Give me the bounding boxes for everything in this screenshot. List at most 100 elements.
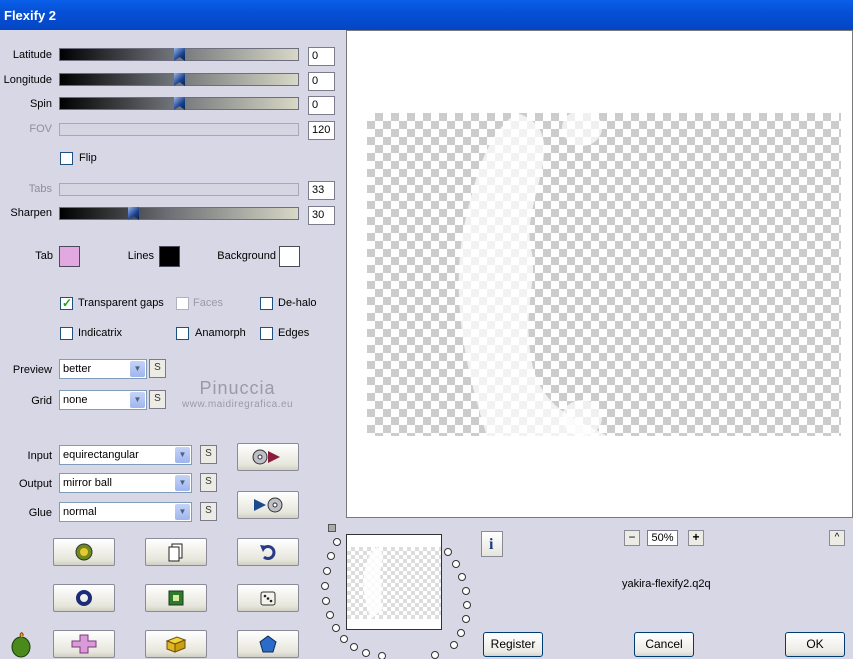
swap-output-button[interactable] xyxy=(237,491,299,519)
edges-checkbox[interactable] xyxy=(260,327,273,340)
zoom-level: 50% xyxy=(647,530,678,546)
transparent-gaps-checkbox[interactable]: ✓ xyxy=(60,296,73,310)
sharpen-slider[interactable] xyxy=(59,207,299,220)
orbit-dot xyxy=(340,635,348,643)
tab-color-label: Tab xyxy=(35,250,53,262)
square-shape-button[interactable] xyxy=(145,584,207,612)
orbit-dot xyxy=(458,573,466,581)
de-halo-checkbox[interactable] xyxy=(260,297,273,310)
zoom-out-button[interactable]: − xyxy=(624,530,640,546)
spin-slider[interactable] xyxy=(59,97,299,110)
glue-select[interactable]: normal ▼ xyxy=(59,502,192,522)
input-projection-select[interactable]: equirectangular ▼ xyxy=(59,445,192,465)
fov-label: FOV xyxy=(29,123,52,135)
swap-input-button[interactable] xyxy=(237,443,299,471)
ring-icon xyxy=(76,590,92,606)
random-button[interactable] xyxy=(237,584,299,612)
longitude-label: Longitude xyxy=(3,74,52,86)
undo-icon xyxy=(260,545,276,560)
orbit-dot xyxy=(323,567,331,575)
latitude-slider[interactable] xyxy=(59,48,299,61)
chevron-down-icon[interactable]: ▼ xyxy=(130,361,145,377)
spin-slider-thumb[interactable] xyxy=(174,97,185,110)
sharpen-slider-thumb[interactable] xyxy=(128,207,139,220)
copy-button[interactable] xyxy=(145,538,207,566)
undo-button[interactable] xyxy=(237,538,299,566)
glue-label: Glue xyxy=(28,507,52,519)
disc-arrow-right-icon xyxy=(252,449,280,465)
thumbnail-handle[interactable] xyxy=(328,524,336,532)
output-s-button[interactable]: S xyxy=(200,473,217,492)
chevron-down-icon[interactable]: ▼ xyxy=(175,504,190,520)
ring-shape-button[interactable] xyxy=(53,584,115,612)
preview-s-button[interactable]: S xyxy=(149,359,166,378)
tabs-label: Tabs xyxy=(28,183,52,195)
anamorph-checkbox[interactable] xyxy=(176,327,189,340)
orbit-dot xyxy=(378,652,386,659)
glue-s-button[interactable]: S xyxy=(200,502,217,521)
lines-color-label: Lines xyxy=(127,250,154,262)
arrow-disc-icon xyxy=(254,497,283,513)
orbit-dot xyxy=(462,615,470,623)
preview-quality-select[interactable]: better ▼ xyxy=(59,359,147,379)
main-preview-canvas[interactable] xyxy=(346,30,853,518)
watermark-name: Pinuccia xyxy=(199,378,276,398)
title-bar: Flexify 2 xyxy=(0,0,853,30)
indicatrix-checkbox[interactable] xyxy=(60,327,73,340)
output-projection-select[interactable]: mirror ball ▼ xyxy=(59,473,192,493)
tabs-value: 33 xyxy=(308,181,335,200)
grid-value: none xyxy=(63,394,88,406)
grid-select[interactable]: none ▼ xyxy=(59,390,147,410)
pentagon-shape-button[interactable] xyxy=(237,630,299,658)
faces-checkbox xyxy=(176,297,189,310)
longitude-slider[interactable] xyxy=(59,73,299,86)
check-mark-icon: ✓ xyxy=(62,296,73,310)
preset-filename: yakira-flexify2.q2q xyxy=(622,578,711,590)
input-s-button[interactable]: S xyxy=(200,445,217,464)
orbit-dot xyxy=(326,611,334,619)
sharpen-value[interactable]: 30 xyxy=(308,206,335,225)
zoom-in-button[interactable]: + xyxy=(688,530,704,546)
register-button[interactable]: Register xyxy=(483,632,543,657)
collapse-up-button[interactable]: ^ xyxy=(829,530,845,546)
pentagon-icon xyxy=(259,635,277,653)
fov-slider xyxy=(59,123,299,136)
chevron-down-icon[interactable]: ▼ xyxy=(175,447,190,463)
longitude-slider-thumb[interactable] xyxy=(174,73,185,86)
orbit-dot xyxy=(444,548,452,556)
transparent-gaps-label: Transparent gaps xyxy=(78,297,164,309)
chevron-down-icon[interactable]: ▼ xyxy=(130,392,145,408)
latitude-label: Latitude xyxy=(12,49,52,61)
chevron-down-icon[interactable]: ▼ xyxy=(175,475,190,491)
cross-shape-button[interactable] xyxy=(53,630,115,658)
dice-icon xyxy=(260,591,276,606)
lines-color-swatch[interactable] xyxy=(159,246,180,267)
info-icon: i xyxy=(489,536,494,553)
background-color-swatch[interactable] xyxy=(279,246,300,267)
grid-s-button[interactable]: S xyxy=(149,390,166,409)
cube-shape-button[interactable] xyxy=(145,630,207,658)
orbit-dot xyxy=(431,651,439,659)
flip-checkbox[interactable] xyxy=(60,152,73,165)
orbit-dot xyxy=(327,552,335,560)
tab-color-swatch[interactable] xyxy=(59,246,80,267)
grid-label: Grid xyxy=(31,395,52,407)
info-button[interactable]: i xyxy=(481,531,503,557)
orbit-dot xyxy=(333,538,341,546)
input-projection-value: equirectangular xyxy=(63,449,139,461)
longitude-value[interactable]: 0 xyxy=(308,72,335,91)
cancel-button[interactable]: Cancel xyxy=(634,632,694,657)
document-icon xyxy=(168,543,183,562)
background-color-label: Background xyxy=(217,250,276,262)
randomize-colors-button[interactable] xyxy=(53,538,115,566)
orbit-dot xyxy=(362,649,370,657)
thumbnail-navigator[interactable] xyxy=(346,534,442,630)
watermark-url: www.maidiregrafica.eu xyxy=(182,399,294,410)
ok-button[interactable]: OK xyxy=(785,632,845,657)
spin-value[interactable]: 0 xyxy=(308,96,335,115)
square-icon xyxy=(168,590,184,606)
latitude-value[interactable]: 0 xyxy=(308,47,335,66)
orbit-dot xyxy=(332,624,340,632)
faces-label: Faces xyxy=(193,297,223,309)
latitude-slider-thumb[interactable] xyxy=(174,48,185,61)
